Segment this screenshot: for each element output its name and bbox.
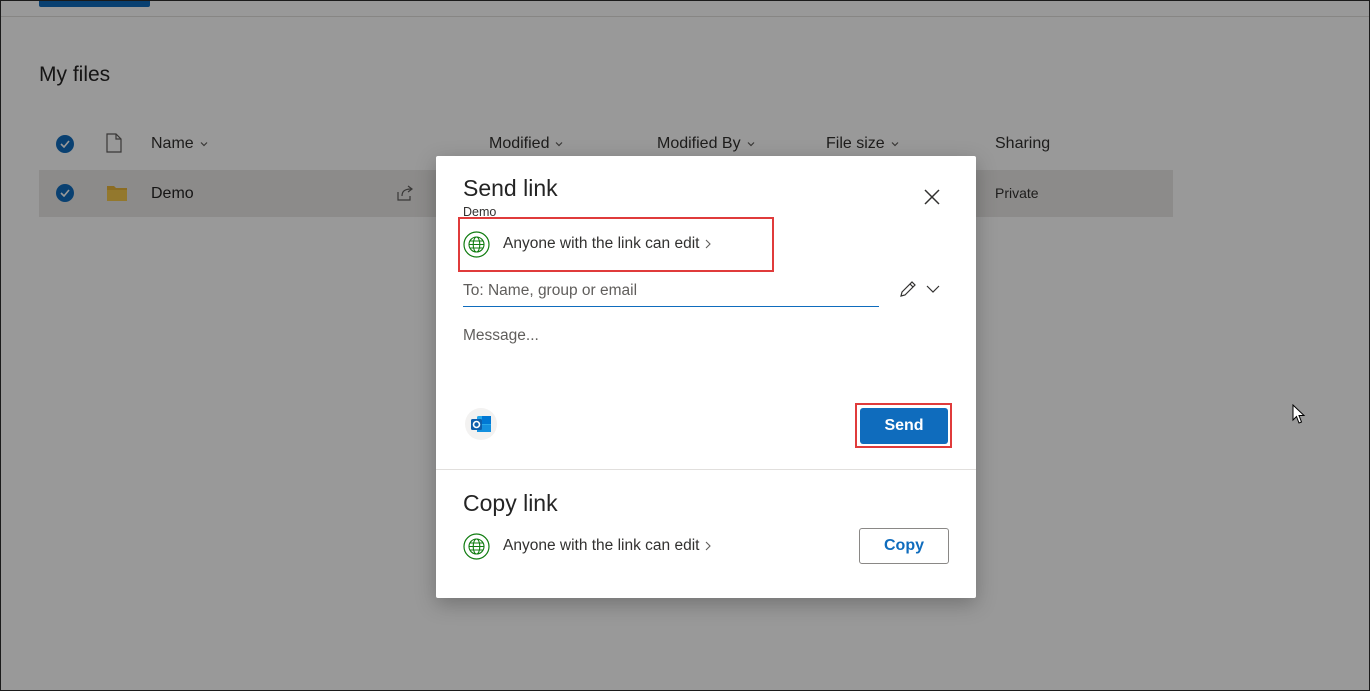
send-link-dialog: Send link Demo Anyone with the link can … [436, 156, 976, 598]
permission-settings-link[interactable]: Anyone with the link can edit [503, 235, 712, 253]
message-input[interactable] [463, 327, 943, 387]
chevron-down-icon[interactable] [925, 283, 941, 295]
dialog-title: Send link [463, 175, 558, 201]
pencil-icon[interactable] [898, 279, 918, 299]
cursor-icon [1292, 404, 1306, 424]
chevron-right-icon [706, 239, 712, 249]
outlook-logo [471, 416, 491, 432]
globe-icon [463, 231, 490, 258]
section-divider [436, 469, 976, 470]
outlook-icon[interactable] [465, 408, 497, 440]
chevron-right-icon [706, 541, 712, 551]
copy-link-title: Copy link [463, 490, 558, 516]
permission-label: Anyone with the link can edit [503, 537, 700, 554]
permission-label: Anyone with the link can edit [503, 235, 700, 252]
app-window: My files Name Modified Modified By File … [0, 0, 1370, 691]
send-button[interactable]: Send [860, 408, 948, 444]
copy-button[interactable]: Copy [859, 528, 949, 564]
close-icon[interactable] [920, 185, 944, 209]
recipients-input[interactable] [463, 275, 879, 307]
globe-icon [463, 533, 490, 560]
copy-permission-settings-link[interactable]: Anyone with the link can edit [503, 537, 712, 555]
